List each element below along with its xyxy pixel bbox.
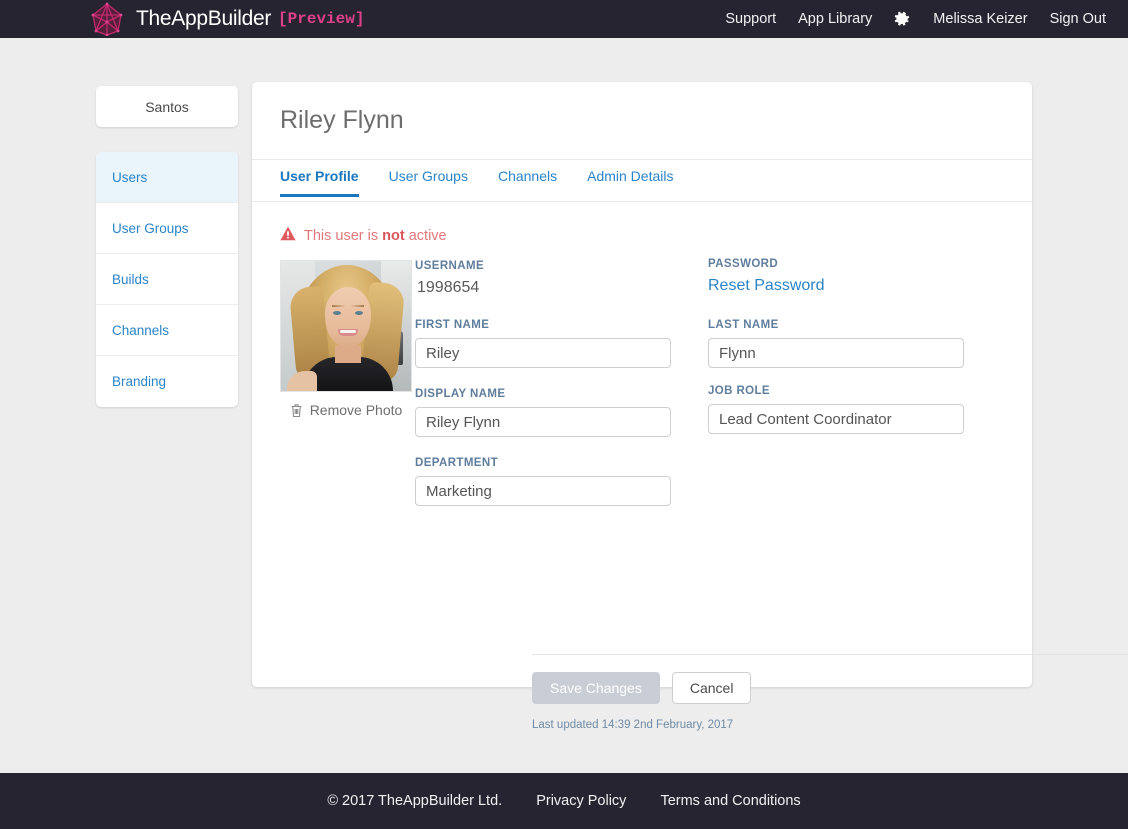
photo-column: Remove Photo [280,260,412,418]
user-profile-card: Riley Flynn User Profile User Groups Cha… [252,82,1128,731]
tab-label: Channels [497,168,558,184]
username-value: 1998654 [417,279,480,296]
field-first-name: FIRST NAME [415,319,671,368]
tab-label: User Profile [280,168,359,184]
preview-badge: [Preview] [278,10,365,28]
job-role-input[interactable] [708,404,964,434]
form-row-department: DEPARTMENT [415,457,1005,506]
sidebar-item-label: Channels [112,322,170,338]
username-label: USERNAME [415,260,485,272]
org-selector-label: Santos [145,98,189,115]
form-row-credentials: USERNAME 1998654 PASSWORD Reset Password [415,258,1005,297]
warning-triangle-icon [280,226,296,246]
page-footer: © 2017 TheAppBuilder Ltd. Privacy Policy… [0,773,1128,829]
cancel-button[interactable]: Cancel [671,672,752,704]
sidebar-item-users[interactable]: Users [96,152,238,203]
department-label: DEPARTMENT [415,457,499,469]
status-text-before: This user is [304,228,383,244]
copyright-text: © 2017 TheAppBuilder Ltd. [327,793,503,809]
avatar [280,260,412,392]
form-row-name: FIRST NAME LAST NAME [415,319,1005,368]
status-banner-text: This user is not active [304,228,447,244]
nav-support-link[interactable]: Support [725,11,776,27]
terms-conditions-link[interactable]: Terms and Conditions [660,793,800,809]
sidebar-item-label: Branding [112,374,167,389]
field-department: DEPARTMENT [415,457,671,506]
brand-name: TheAppBuilder [136,7,272,30]
field-job-role: JOB ROLE [708,385,964,437]
tab-admin-details[interactable]: Admin Details [587,160,673,197]
sidebar-item-label: Users [112,169,148,185]
field-username: USERNAME 1998654 [415,260,671,297]
privacy-policy-link[interactable]: Privacy Policy [536,793,626,809]
first-name-label: FIRST NAME [415,319,490,331]
reset-password-link[interactable]: Reset Password [708,277,825,294]
nav-app-library-link[interactable]: App Library [798,11,872,27]
sidebar: Santos Users User Groups Builds Channels… [96,86,238,407]
status-banner: This user is not active [280,226,1032,246]
top-navigation-bar: TheAppBuilder [Preview] Support App Libr… [0,0,1128,38]
card-header: Riley Flynn [252,82,1032,160]
sidebar-item-channels[interactable]: Channels [96,305,238,356]
form-divider [532,654,1128,655]
last-name-input[interactable] [708,338,964,368]
sidebar-item-user-groups[interactable]: User Groups [96,203,238,254]
save-changes-button[interactable]: Save Changes [532,672,660,704]
field-password: PASSWORD Reset Password [708,258,964,297]
last-updated-text: Last updated 14:39 2nd February, 2017 [532,719,734,731]
remove-photo-label: Remove Photo [309,402,403,418]
sidebar-item-builds[interactable]: Builds [96,254,238,305]
tab-user-profile[interactable]: User Profile [280,160,359,197]
page-title: Riley Flynn [280,106,404,134]
sign-out-link[interactable]: Sign Out [1050,11,1106,27]
tab-channels[interactable]: Channels [498,160,557,197]
first-name-input[interactable] [415,338,671,368]
crystal-polygon-logo-icon [88,2,126,37]
sidebar-nav-list: Users User Groups Builds Channels Brandi… [96,152,238,407]
display-name-label: DISPLAY NAME [415,388,506,400]
form-actions: Save Changes Cancel [532,672,752,704]
brand-logo-area[interactable]: TheAppBuilder [Preview] [88,0,364,38]
form-row-display-role: DISPLAY NAME JOB ROLE [415,385,1005,437]
field-display-name: DISPLAY NAME [415,388,671,437]
profile-form: USERNAME 1998654 PASSWORD Reset Password… [415,258,1005,506]
gear-icon[interactable] [894,11,911,28]
display-name-input[interactable] [415,407,671,437]
status-text-after: active [404,228,447,244]
sidebar-item-label: Builds [112,271,149,287]
job-role-label: JOB ROLE [708,385,770,397]
org-selector-button[interactable]: Santos [96,86,238,127]
password-label: PASSWORD [708,258,779,270]
last-name-label: LAST NAME [708,319,779,331]
top-nav-links: Support App Library Melissa Keizer Sign … [725,0,1106,38]
field-last-name: LAST NAME [708,319,964,368]
status-text-emphasis: not [382,228,405,244]
trash-icon [290,403,303,418]
sidebar-item-label: User Groups [112,220,189,236]
tab-bar: User Profile User Groups Channels Admin … [252,160,1032,202]
tab-label: Admin Details [587,168,674,184]
department-input[interactable] [415,476,671,506]
tab-user-groups[interactable]: User Groups [389,160,468,197]
remove-photo-button[interactable]: Remove Photo [280,402,412,418]
tab-label: User Groups [388,168,468,184]
sidebar-item-branding[interactable]: Branding [96,356,238,407]
user-name-link[interactable]: Melissa Keizer [933,11,1027,27]
